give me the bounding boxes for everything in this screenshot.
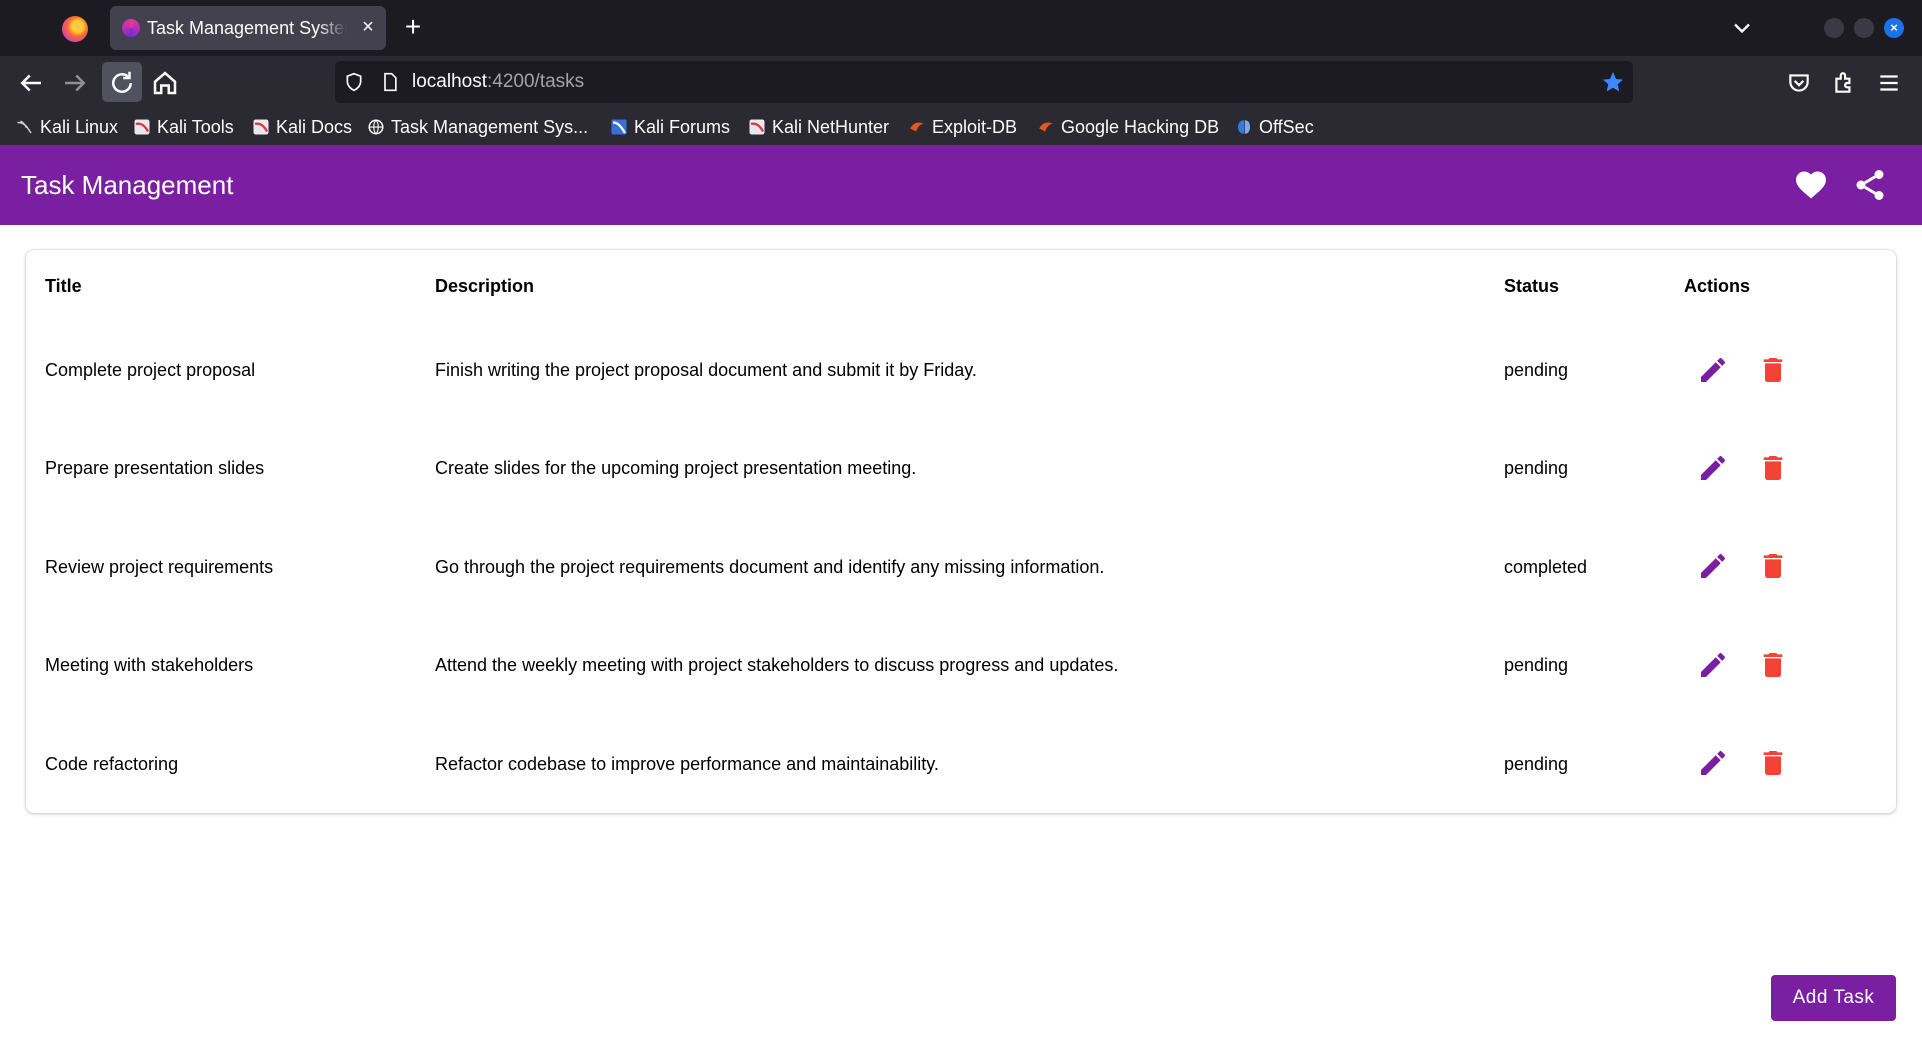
- task-status: pending: [1504, 458, 1569, 478]
- reload-icon: [112, 71, 132, 93]
- kali-icon: [749, 119, 765, 135]
- url-path: :4200/tasks: [487, 71, 585, 92]
- browser-tab-strip: Task Management System × + ×: [0, 0, 1922, 56]
- bookmark-exploit-db[interactable]: Exploit-DB: [908, 116, 1017, 138]
- firefox-icon[interactable]: [62, 16, 88, 42]
- add-task-button[interactable]: Add Task: [1771, 975, 1896, 1021]
- bookmark-offsec[interactable]: OffSec: [1235, 116, 1314, 138]
- bookmark-google-hacking-db[interactable]: Google Hacking DB: [1037, 116, 1219, 138]
- window-close-button[interactable]: ×: [1884, 18, 1904, 38]
- url-text[interactable]: localhost:4200/tasks: [412, 71, 584, 93]
- task-table-card: [26, 250, 1896, 813]
- delete-trash-icon[interactable]: [1757, 747, 1789, 779]
- kali-icon: [134, 119, 150, 135]
- task-status: pending: [1504, 655, 1569, 675]
- task-title: Review project requirements: [45, 557, 274, 577]
- bookmark-label: Kali NetHunter: [772, 117, 890, 137]
- share-icon[interactable]: [1852, 167, 1888, 203]
- bookmark-label: Kali Tools: [157, 117, 234, 137]
- heart-icon[interactable]: [1793, 167, 1829, 203]
- task-description: Go through the project requirements docu…: [435, 557, 1105, 577]
- delete-trash-icon[interactable]: [1757, 649, 1789, 681]
- task-status: pending: [1504, 754, 1569, 774]
- exploit-db-icon: [1039, 122, 1053, 132]
- task-title: Prepare presentation slides: [45, 458, 265, 478]
- column-header-actions: Actions: [1684, 276, 1751, 296]
- kali-forums-icon: [611, 119, 627, 135]
- edit-pencil-icon[interactable]: [1697, 452, 1729, 484]
- tab-title: Task Management System: [147, 18, 347, 38]
- task-description: Create slides for the upcoming project p…: [435, 458, 917, 478]
- new-tab-button[interactable]: +: [398, 12, 428, 42]
- bookmark-kali-linux[interactable]: Kali Linux: [16, 116, 118, 138]
- column-header-status: Status: [1504, 276, 1560, 296]
- bookmark-kali-docs[interactable]: Kali Docs: [252, 116, 352, 138]
- url-bar[interactable]: localhost:4200/tasks: [335, 61, 1633, 103]
- kali-icon: [253, 119, 269, 135]
- task-description: Refactor codebase to improve performance…: [435, 754, 939, 774]
- menu-icon[interactable]: [1876, 68, 1902, 98]
- app-title: Task Management: [21, 170, 234, 200]
- task-status: completed: [1504, 557, 1588, 577]
- app-favicon-icon: [122, 19, 140, 37]
- exploit-db-icon: [910, 122, 924, 132]
- edit-pencil-icon[interactable]: [1697, 649, 1729, 681]
- delete-trash-icon[interactable]: [1757, 452, 1789, 484]
- globe-icon: [368, 119, 384, 135]
- shield-icon[interactable]: [344, 72, 364, 92]
- task-description: Finish writing the project proposal docu…: [435, 360, 977, 380]
- bookmark-label: Kali Linux: [40, 117, 119, 137]
- bookmark-label: Kali Docs: [276, 117, 353, 137]
- edit-pencil-icon[interactable]: [1697, 354, 1729, 386]
- bookmark-label: Task Management Sys...: [391, 117, 589, 137]
- bookmark-kali-tools[interactable]: Kali Tools: [133, 116, 234, 138]
- forward-arrow-icon[interactable]: [60, 68, 90, 98]
- app-toolbar: Task Management: [0, 145, 1922, 225]
- edit-pencil-icon[interactable]: [1697, 550, 1729, 582]
- bookmark-kali-forums[interactable]: Kali Forums: [610, 116, 730, 138]
- task-title: Code refactoring: [45, 754, 179, 774]
- browser-tab[interactable]: Task Management System ×: [110, 6, 386, 50]
- minimize-button[interactable]: [1824, 18, 1844, 38]
- chevron-down-icon[interactable]: [1728, 14, 1756, 42]
- page-icon[interactable]: [380, 72, 400, 92]
- delete-trash-icon[interactable]: [1757, 354, 1789, 386]
- kali-dragon-icon: [17, 120, 32, 134]
- bookmarks-toolbar: Kali Linux Kali Tools Kali Docs Task Man…: [0, 109, 1922, 145]
- url-host: localhost: [412, 71, 487, 92]
- bookmark-label: Exploit-DB: [932, 117, 1018, 137]
- bookmark-kali-nethunter[interactable]: Kali NetHunter: [748, 116, 889, 138]
- bookmark-label: OffSec: [1259, 117, 1314, 137]
- tab-close-button[interactable]: ×: [357, 16, 379, 38]
- column-header-title: Title: [45, 276, 82, 296]
- home-icon[interactable]: [150, 68, 180, 98]
- pocket-icon[interactable]: [1786, 68, 1812, 98]
- edit-pencil-icon[interactable]: [1697, 747, 1729, 779]
- task-description: Attend the weekly meeting with project s…: [435, 655, 1119, 675]
- column-header-description: Description: [435, 276, 535, 296]
- task-title: Meeting with stakeholders: [45, 655, 254, 675]
- browser-nav-bar: localhost:4200/tasks: [0, 56, 1922, 109]
- delete-trash-icon[interactable]: [1757, 550, 1789, 582]
- maximize-button[interactable]: [1854, 18, 1874, 38]
- back-arrow-icon[interactable]: [16, 68, 46, 98]
- task-title: Complete project proposal: [45, 360, 256, 380]
- bookmark-label: Kali Forums: [634, 117, 731, 137]
- bookmark-star-icon[interactable]: [1601, 70, 1625, 94]
- task-status: pending: [1504, 360, 1569, 380]
- bookmark-label: Google Hacking DB: [1061, 117, 1220, 137]
- extensions-icon[interactable]: [1831, 68, 1857, 98]
- bookmark-task-management[interactable]: Task Management Sys...: [367, 116, 588, 138]
- offsec-icon: [1238, 120, 1250, 134]
